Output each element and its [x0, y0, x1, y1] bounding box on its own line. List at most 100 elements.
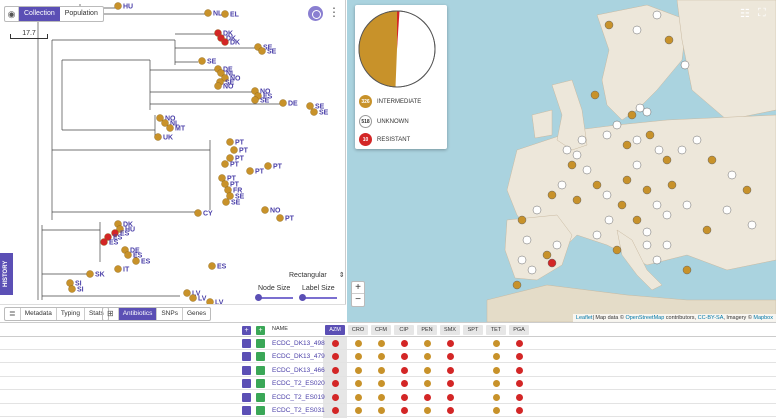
- tree-leaf-label: IT: [123, 267, 130, 274]
- location-marker: [632, 25, 642, 35]
- zoom-out-button[interactable]: −: [352, 294, 364, 306]
- add-icon[interactable]: +: [242, 326, 251, 335]
- row-name[interactable]: ECDC_DK13_498: [272, 340, 325, 347]
- history-tab[interactable]: HISTORY: [0, 253, 13, 295]
- tree-layout-select[interactable]: Rectangular ⇕: [289, 271, 345, 279]
- document-icon[interactable]: [242, 352, 251, 362]
- node-size-slider-handle[interactable]: [255, 294, 262, 301]
- column-header-pen[interactable]: PEN: [417, 325, 437, 335]
- table-row[interactable]: ECDC_DK13_466: [0, 364, 776, 377]
- tree-leaf-label: PT: [230, 162, 240, 169]
- tree-leaf-node: [204, 9, 212, 17]
- document-icon[interactable]: [242, 392, 251, 402]
- location-marker: [642, 227, 652, 237]
- column-header-azm[interactable]: AZM: [325, 325, 345, 335]
- tab-snps[interactable]: SNPs: [157, 308, 183, 320]
- legend-label-resistant: RESISTANT: [377, 136, 411, 143]
- tab-genes[interactable]: Genes: [183, 308, 210, 320]
- collection-tab[interactable]: Collection: [19, 7, 60, 21]
- map-panel[interactable]: 326 INTERMEDIATE 518 UNKNOWN 10 RESISTAN…: [347, 0, 776, 322]
- eye-icon[interactable]: ◉: [5, 7, 19, 21]
- resistance-dot-smx: [446, 353, 454, 361]
- download-icon[interactable]: [256, 392, 265, 402]
- name-column-header[interactable]: NAME: [272, 326, 288, 332]
- column-header-cro[interactable]: CRO: [348, 325, 368, 335]
- metadata-tab-group: ≣ Metadata Typing Stats: [4, 307, 109, 321]
- node-size-slider[interactable]: [255, 294, 293, 301]
- location-marker: [722, 205, 732, 215]
- location-marker: [592, 180, 602, 190]
- zoom-in-button[interactable]: +: [352, 282, 364, 294]
- resistance-dot-cro: [354, 366, 362, 374]
- list-icon[interactable]: ≣: [5, 308, 21, 320]
- download-icon[interactable]: [256, 339, 265, 348]
- table-row[interactable]: ECDC_T2_ES019: [0, 391, 776, 404]
- osm-link[interactable]: OpenStreetMap: [625, 315, 664, 321]
- location-marker: [652, 10, 662, 20]
- label-size-slider[interactable]: [299, 294, 337, 301]
- download-icon[interactable]: [256, 352, 265, 362]
- tree-menu-icon[interactable]: [308, 6, 323, 21]
- document-icon[interactable]: [242, 339, 251, 348]
- location-marker: [542, 250, 552, 260]
- kebab-icon[interactable]: ⋮: [328, 6, 340, 18]
- tab-typing[interactable]: Typing: [57, 308, 85, 320]
- antibiotics-table: + + NAME AZM CRO CFM CIP PEN SMX SPT TET PGA ECD…: [0, 322, 776, 418]
- table-row[interactable]: ECDC_DK13_498: [0, 337, 776, 350]
- resistance-dot-azm: [331, 366, 339, 374]
- resistance-dot-pga: [515, 353, 523, 361]
- license-link[interactable]: CC-BY-SA: [698, 315, 724, 321]
- download-icon[interactable]: [256, 365, 265, 375]
- resistance-dot-pen: [423, 340, 431, 347]
- leaflet-link[interactable]: Leaflet: [576, 315, 593, 321]
- expand-icon[interactable]: ⛶: [758, 7, 772, 21]
- legend-item-unknown[interactable]: 518 UNKNOWN: [359, 115, 409, 128]
- legend-item-resistant[interactable]: 10 RESISTANT: [359, 133, 410, 146]
- column-header-pga[interactable]: PGA: [509, 325, 529, 335]
- table-row[interactable]: ECDC_T2_ES020: [0, 377, 776, 391]
- tree-leaf-node: [221, 10, 229, 18]
- population-tab[interactable]: Population: [60, 7, 103, 21]
- tree-leaf-label: DE: [288, 101, 298, 108]
- row-name[interactable]: ECDC_DK13_479: [272, 353, 325, 360]
- row-name[interactable]: ECDC_DK13_466: [272, 367, 325, 374]
- pie-intermediate-slice: [359, 10, 399, 87]
- tree-leaf-label: LV: [198, 296, 207, 303]
- tab-antibiotics[interactable]: Antibiotics: [118, 308, 158, 320]
- column-header-cfm[interactable]: CFM: [371, 325, 391, 335]
- column-header-smx[interactable]: SMX: [440, 325, 460, 335]
- location-marker: [622, 175, 632, 185]
- row-name[interactable]: ECDC_T2_ES019: [272, 394, 325, 401]
- tree-panel[interactable]: HU NL EL DK DK DK SE SE SE DE NL NO SE NO NO ES SE DE SE SE…: [0, 0, 346, 322]
- download-icon[interactable]: [256, 406, 265, 415]
- document-icon[interactable]: [242, 365, 251, 375]
- location-marker: [682, 265, 692, 275]
- grid-icon[interactable]: ⊞: [103, 308, 119, 320]
- resistance-dot-azm: [331, 380, 339, 388]
- tree-leaf-node: [124, 251, 132, 259]
- zoom-control: + −: [351, 281, 365, 307]
- tree-leaf-node: [166, 124, 174, 132]
- add-green-icon[interactable]: +: [256, 326, 265, 335]
- location-marker: [664, 35, 674, 45]
- document-icon[interactable]: [242, 406, 251, 415]
- tree-leaf-node: [226, 138, 234, 146]
- map-settings-icon[interactable]: ☷: [740, 7, 754, 21]
- column-header-tet[interactable]: TET: [486, 325, 506, 335]
- row-name[interactable]: ECDC_T2_ES031: [272, 407, 325, 414]
- phylogenetic-tree[interactable]: HUNL ELDKDKDKSESESEDENLNOSENONOESSE DE SESE…: [0, 0, 346, 304]
- table-row[interactable]: ECDC_T2_ES031: [0, 404, 776, 417]
- tab-metadata[interactable]: Metadata: [21, 308, 57, 320]
- label-size-slider-handle[interactable]: [299, 294, 306, 301]
- tree-leaf-node: [230, 146, 238, 154]
- column-header-cip[interactable]: CIP: [394, 325, 414, 335]
- resistance-dot-smx: [446, 380, 454, 388]
- legend-item-intermediate[interactable]: 326 INTERMEDIATE: [359, 95, 421, 108]
- table-row[interactable]: ECDC_DK13_479: [0, 350, 776, 364]
- download-icon[interactable]: [256, 379, 265, 389]
- location-marker: [517, 255, 527, 265]
- document-icon[interactable]: [242, 379, 251, 389]
- mapbox-link[interactable]: Mapbox: [753, 315, 773, 321]
- row-name[interactable]: ECDC_T2_ES020: [272, 380, 325, 387]
- column-header-spt[interactable]: SPT: [463, 325, 483, 335]
